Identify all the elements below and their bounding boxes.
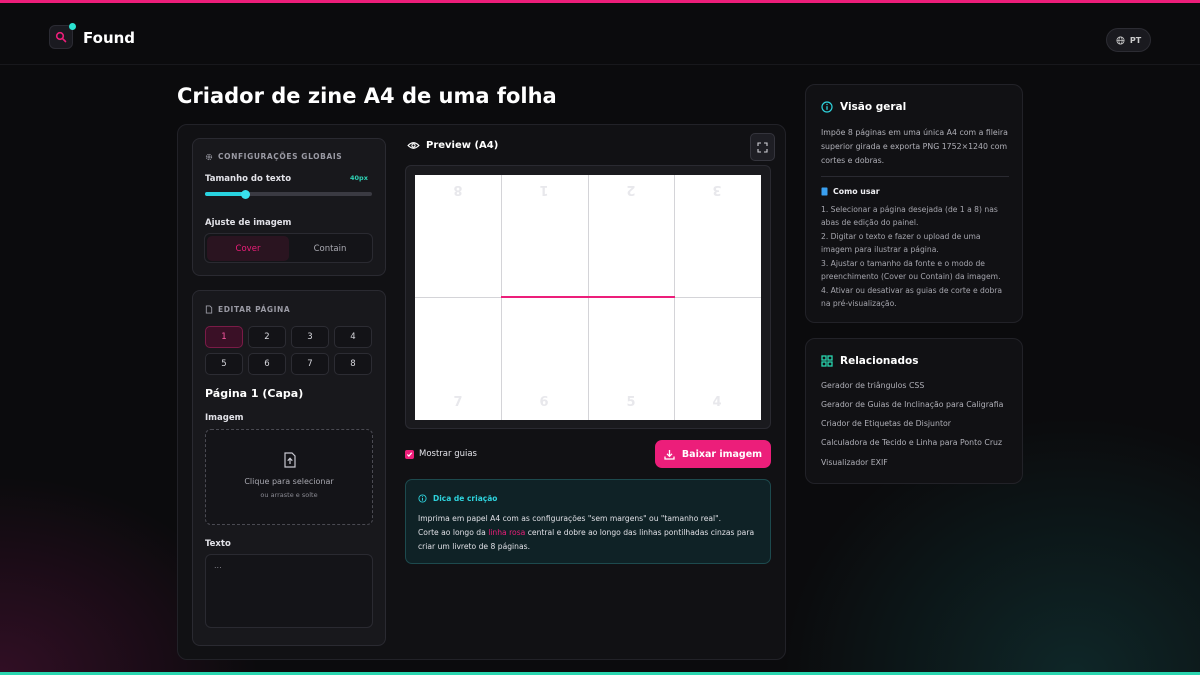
download-label: Baixar imagem — [681, 448, 763, 460]
app-header: Found PT — [0, 3, 1200, 65]
tip-header: Dica de criação — [418, 494, 497, 503]
fullscreen-icon — [757, 141, 768, 153]
tip-highlight: linha rosa — [488, 528, 526, 537]
fit-contain-button[interactable]: Contain — [289, 236, 371, 261]
language-label: PT — [1129, 35, 1142, 45]
text-size-slider-thumb[interactable] — [241, 190, 250, 199]
cut-line — [501, 296, 675, 298]
tip-line-1: Imprima em papel A4 com as configurações… — [418, 514, 722, 523]
page-tab-5[interactable]: 5 — [205, 353, 243, 375]
file-upload-icon — [284, 452, 296, 468]
image-fit-label: Ajuste de imagem — [205, 218, 292, 228]
howto-step: 1. Selecionar a página desejada (de 1 a … — [821, 205, 998, 227]
text-size-label: Tamanho do texto — [205, 174, 292, 184]
info-icon — [821, 101, 833, 113]
preview-title: Preview (A4) — [426, 140, 499, 151]
related-title: Relacionados — [840, 355, 919, 367]
page-tab-7[interactable]: 7 — [291, 353, 329, 375]
page-text-input[interactable]: ... — [205, 554, 373, 628]
page-tab-4[interactable]: 4 — [334, 326, 372, 348]
fullscreen-button[interactable] — [750, 133, 775, 161]
global-settings-header: CONFIGURAÇÕES GLOBAIS — [205, 152, 342, 161]
page-tab-1[interactable]: 1 — [205, 326, 243, 348]
page-tab-6[interactable]: 6 — [248, 353, 286, 375]
related-link[interactable]: Calculadora de Tecido e Linha para Ponto… — [821, 438, 1002, 447]
tip-text: Imprima em papel A4 com as configurações… — [418, 512, 758, 554]
image-label: Imagem — [205, 413, 244, 423]
zine-page-number: 1 — [539, 182, 549, 197]
howto-steps: 1. Selecionar a página desejada (de 1 a … — [821, 204, 1011, 312]
related-link[interactable]: Criador de Etiquetas de Disjuntor — [821, 419, 951, 428]
overview-description: Impõe 8 páginas em uma única A4 com a fi… — [821, 128, 1008, 165]
upload-subtext: ou arraste e solte — [260, 491, 318, 499]
text-label: Texto — [205, 539, 231, 549]
zine-page-number: 2 — [626, 182, 636, 197]
page-title: Criador de zine A4 de uma folha — [177, 84, 557, 108]
image-fit-toggle: Cover Contain — [204, 233, 373, 263]
divider — [821, 176, 1009, 177]
page-heading: Página 1 (Capa) — [205, 387, 304, 400]
fit-cover-button[interactable]: Cover — [207, 236, 289, 261]
info-icon — [418, 494, 427, 503]
howto-step: 4. Ativar ou desativar as guias de corte… — [821, 286, 1003, 309]
zine-page-number: 5 — [626, 395, 636, 410]
download-image-button[interactable]: Baixar imagem — [655, 440, 771, 468]
zine-sheet-preview: 8 1 2 3 7 6 5 4 — [415, 175, 761, 420]
tip-line-2: Corte ao longo da — [418, 528, 489, 537]
zine-page-number: 8 — [453, 182, 463, 197]
howto-step: 2. Digitar o texto e fazer o upload de u… — [821, 232, 981, 254]
globe-icon — [1116, 35, 1125, 45]
upload-text: Clique para selecionar — [244, 477, 334, 486]
overview-card: Visão geral Impõe 8 páginas em uma única… — [805, 84, 1023, 323]
file-edit-icon — [205, 305, 213, 314]
preview-header: Preview (A4) — [407, 140, 498, 151]
language-button[interactable]: PT — [1106, 28, 1151, 52]
check-icon — [406, 452, 413, 457]
related-header: Relacionados — [821, 355, 918, 367]
gear-icon — [205, 153, 213, 160]
show-guides-checkbox[interactable] — [405, 450, 414, 459]
download-icon — [664, 449, 675, 460]
howto-header: Como usar — [821, 187, 880, 196]
page-tab-2[interactable]: 2 — [248, 326, 286, 348]
overview-header: Visão geral — [821, 101, 906, 113]
related-card: Relacionados Gerador de triângulos CSS G… — [805, 338, 1023, 484]
book-icon — [821, 187, 828, 196]
show-guides-label[interactable]: Mostrar guias — [419, 449, 477, 459]
zine-page-number: 6 — [539, 395, 549, 410]
related-link[interactable]: Visualizador EXIF — [821, 458, 888, 467]
eye-icon — [407, 142, 420, 149]
edit-page-header: EDITAR PÁGINA — [205, 305, 290, 314]
howto-title: Como usar — [833, 187, 880, 196]
howto-step: 3. Ajustar o tamanho da fonte e o modo d… — [821, 259, 1001, 281]
page-tab-3[interactable]: 3 — [291, 326, 329, 348]
related-link[interactable]: Gerador de triângulos CSS — [821, 381, 924, 390]
zine-page-number: 4 — [712, 395, 722, 410]
grid-icon — [821, 355, 833, 367]
text-size-slider-fill — [205, 192, 245, 196]
related-link[interactable]: Gerador de Guias de Inclinação para Cali… — [821, 400, 1003, 409]
text-size-value: 40px — [350, 174, 368, 182]
tip-title: Dica de criação — [433, 494, 498, 503]
logo-status-dot — [69, 23, 76, 30]
tip-box: Dica de criação Imprima em papel A4 com … — [405, 479, 771, 564]
page-tab-8[interactable]: 8 — [334, 353, 372, 375]
edit-page-title: EDITAR PÁGINA — [218, 305, 291, 314]
zine-page-number: 7 — [453, 395, 463, 410]
global-settings-title: CONFIGURAÇÕES GLOBAIS — [218, 152, 343, 161]
overview-title: Visão geral — [840, 101, 907, 113]
app-name[interactable]: Found — [83, 29, 135, 47]
zine-page-number: 3 — [712, 182, 722, 197]
image-upload-dropzone[interactable]: Clique para selecionar ou arraste e solt… — [205, 429, 373, 525]
